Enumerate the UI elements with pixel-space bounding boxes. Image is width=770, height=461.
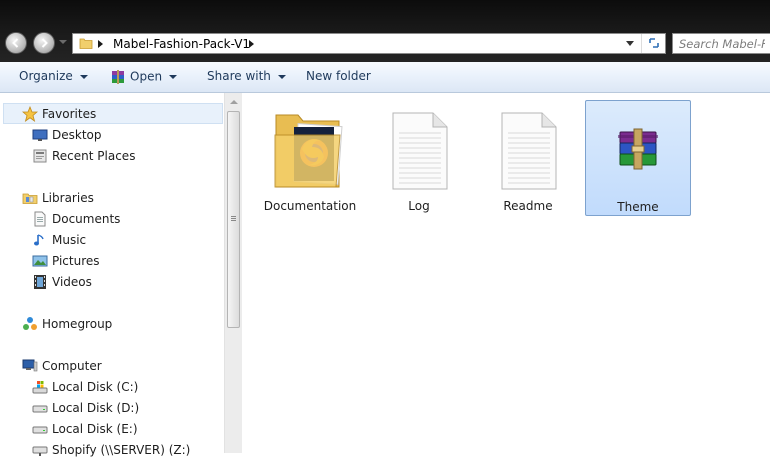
nav-homegroup-label: Homegroup	[42, 317, 113, 331]
chevron-down-icon	[277, 74, 286, 79]
nav-item-label: Recent Places	[52, 149, 136, 163]
title-bar: Mabel-Fashion-Pack-V1	[0, 0, 770, 62]
nav-item-label: Local Disk (D:)	[52, 401, 140, 415]
open-button[interactable]: Open	[110, 69, 178, 85]
organize-label: Organize	[19, 69, 73, 83]
drive-icon	[32, 405, 48, 413]
nav-item-label: Documents	[52, 212, 121, 226]
search-input[interactable]	[673, 34, 770, 53]
file-name: Readme	[503, 199, 553, 213]
nav-item-label: Pictures	[52, 254, 100, 268]
file-item-theme[interactable]: Theme	[585, 100, 691, 216]
nav-item-label: Music	[52, 233, 87, 247]
new-folder-button[interactable]: New folder	[306, 69, 371, 83]
nav-item-label: Local Disk (E:)	[52, 422, 138, 436]
file-item-log[interactable]: Log	[366, 100, 472, 216]
nav-computer-label: Computer	[42, 359, 102, 373]
grip-line	[231, 218, 236, 219]
navigation-pane: Favorites Desktop Recent Places Librarie…	[0, 93, 242, 457]
winrar-icon	[112, 70, 124, 84]
pictures-icon	[32, 255, 48, 267]
music-icon	[34, 234, 44, 246]
arrow-left-icon	[12, 38, 19, 48]
libraries-icon	[22, 193, 38, 204]
nav-item-label: Shopify (\\SERVER) (Z:)	[52, 443, 191, 457]
folder-with-firefox-icon	[274, 114, 343, 188]
chevron-down-icon	[79, 74, 88, 79]
text-document-icon	[392, 112, 448, 190]
open-label: Open	[130, 69, 163, 84]
breadcrumb-separator[interactable]	[98, 40, 103, 48]
share-with-label: Share with	[207, 69, 271, 83]
forward-button[interactable]	[33, 32, 55, 54]
winrar-archive-icon	[618, 128, 658, 170]
recent-places-icon	[33, 149, 47, 163]
arrow-right-icon	[41, 38, 48, 48]
system-drive-icon	[32, 381, 48, 394]
navigation-scrollbar[interactable]	[224, 93, 242, 453]
nav-item-label: Desktop	[52, 128, 102, 142]
nav-libraries-label: Libraries	[42, 191, 94, 205]
file-name: Theme	[617, 200, 659, 214]
share-with-button[interactable]: Share with	[207, 69, 286, 83]
address-history-dropdown[interactable]	[626, 41, 634, 46]
command-bar: Organize Open Share with New folder	[0, 62, 770, 93]
file-name: Documentation	[263, 199, 357, 213]
documents-icon	[34, 211, 46, 227]
refresh-icon	[649, 38, 659, 48]
nav-item-label: Local Disk (C:)	[52, 380, 139, 394]
grip-line	[231, 216, 236, 217]
folder-icon	[79, 38, 93, 49]
breadcrumb-current-folder[interactable]: Mabel-Fashion-Pack-V1	[113, 37, 250, 51]
star-icon	[22, 106, 38, 122]
scroll-up-arrow-icon[interactable]	[230, 100, 238, 104]
text-document-icon	[501, 112, 557, 190]
network-drive-icon	[32, 446, 48, 456]
new-folder-label: New folder	[306, 69, 371, 83]
breadcrumb-separator[interactable]	[249, 40, 254, 48]
file-item-readme[interactable]: Readme	[475, 100, 581, 216]
homegroup-icon	[23, 317, 37, 330]
scrollbar-thumb[interactable]	[227, 111, 240, 328]
grip-line	[231, 220, 236, 221]
search-box[interactable]	[672, 33, 770, 54]
nav-item-label: Videos	[52, 275, 92, 289]
address-bar[interactable]: Mabel-Fashion-Pack-V1	[72, 33, 666, 54]
recent-pages-dropdown[interactable]	[59, 40, 67, 44]
chevron-down-icon	[169, 75, 178, 79]
drive-icon	[32, 426, 48, 434]
computer-icon	[22, 359, 38, 372]
file-list-pane: Documentation Log Readme Theme	[243, 93, 770, 453]
file-item-documentation[interactable]: Documentation	[257, 100, 363, 216]
back-button[interactable]	[5, 32, 27, 54]
organize-button[interactable]: Organize	[19, 69, 88, 83]
refresh-button[interactable]	[641, 34, 666, 53]
videos-icon	[34, 275, 46, 289]
nav-favorites-label: Favorites	[42, 107, 97, 121]
desktop-icon	[32, 129, 48, 141]
file-name: Log	[408, 199, 430, 213]
